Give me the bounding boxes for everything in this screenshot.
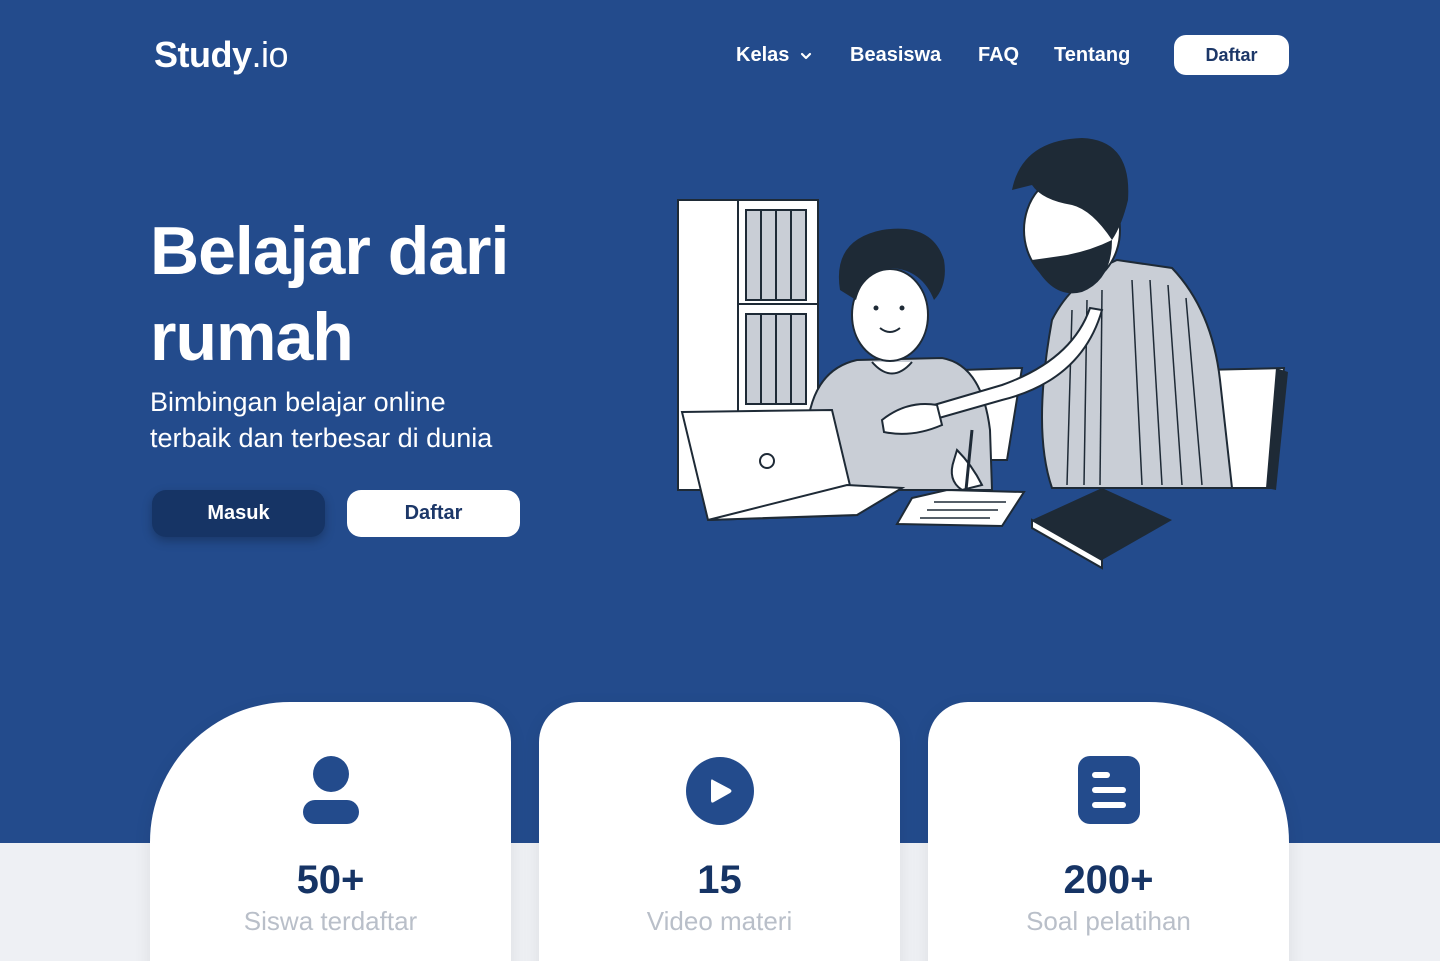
hero-headline: Belajar dari rumah [150, 208, 630, 380]
student-illustration [838, 228, 945, 362]
stat-value: 15 [697, 858, 742, 902]
stat-label: Siswa terdaftar [243, 906, 418, 936]
hero-headline-line2: rumah [150, 299, 354, 375]
stat-card-students: 50+ Siswa terdaftar [150, 702, 511, 961]
brand-logo[interactable]: Study.io [154, 34, 289, 76]
hero-subheadline: Bimbingan belajar online terbaik dan ter… [150, 384, 570, 456]
nav-item-label: Kelas [736, 44, 790, 66]
register-button[interactable]: Daftar [347, 490, 520, 537]
chevron-down-icon [801, 52, 812, 59]
user-icon [296, 756, 366, 826]
brand-name-bold: Study [154, 34, 252, 75]
nav-register-button[interactable]: Daftar [1174, 35, 1289, 75]
play-icon [685, 756, 755, 826]
nav-item-tentang[interactable]: Tentang [1054, 44, 1130, 67]
book-illustration [1031, 488, 1172, 570]
login-button[interactable]: Masuk [152, 490, 325, 537]
brand-name-light: .io [251, 34, 289, 75]
hero-subheadline-line1: Bimbingan belajar online [150, 387, 446, 417]
hero-subheadline-line2: terbaik dan terbesar di dunia [150, 423, 493, 453]
stat-label: Soal pelatihan [1026, 906, 1191, 936]
stat-card-exercises: 200+ Soal pelatihan [928, 702, 1289, 961]
document-icon [1074, 756, 1144, 826]
nav-item-beasiswa[interactable]: Beasiswa [850, 44, 941, 67]
stat-card-videos: 15 Video materi [539, 702, 900, 961]
hero-illustration [677, 138, 1288, 570]
stat-label: Video materi [646, 906, 793, 936]
stat-value: 200+ [1063, 858, 1154, 902]
nav-item-kelas[interactable]: Kelas [736, 44, 813, 67]
hero-headline-line1: Belajar dari [150, 213, 509, 289]
nav-item-faq[interactable]: FAQ [978, 44, 1019, 67]
stat-value: 50+ [296, 858, 365, 902]
navbar: Study.io Kelas Beasiswa FAQ Tentang Daft… [0, 0, 1440, 110]
